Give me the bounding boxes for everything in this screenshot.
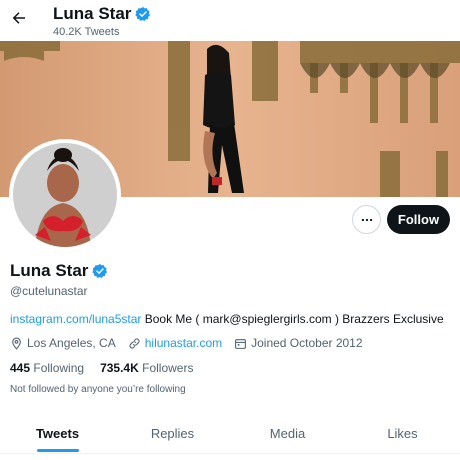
location-text: Los Angeles, CA [27,336,116,350]
follow-button[interactable]: Follow [387,205,450,234]
bio-link[interactable]: instagram.com/luna5star [10,312,141,326]
location-pin-icon [12,337,21,350]
profile-handle: @cutelunastar [10,284,88,298]
following-label: Following [33,361,85,375]
tab-label: Media [269,426,306,441]
header-title: Luna Star [53,4,151,24]
calendar-icon [235,338,247,349]
tweet-count: 40.2K Tweets [53,26,120,38]
profile-stats: 445 Following 735.4K Followers [10,361,209,375]
joined-text: Joined October 2012 [251,336,363,350]
location-item: Los Angeles, CA [10,336,116,350]
followers-count: 735.4K [100,361,139,375]
website-item[interactable]: hilunastar.com [128,336,222,350]
profile-name-text: Luna Star [10,261,89,280]
active-tab-indicator [36,449,79,452]
followers-stat[interactable]: 735.4K Followers [100,361,193,375]
more-horizontal-icon [361,218,372,221]
tabs-divider [0,453,460,454]
followed-by-note: Not followed by anyone you’re following [10,384,186,395]
tab-label: Tweets [35,426,80,441]
tab-replies[interactable]: Replies [115,413,230,454]
website-link[interactable]: hilunastar.com [145,336,222,350]
profile-tabs: Tweets Replies Media Likes [0,413,460,454]
tab-tweets[interactable]: Tweets [0,413,115,454]
more-options-button[interactable] [352,205,381,234]
profile-avatar[interactable] [9,139,121,251]
joined-item: Joined October 2012 [234,336,363,350]
following-count: 445 [10,361,31,375]
following-stat[interactable]: 445 Following [10,361,84,375]
tab-label: Replies [150,426,195,441]
bio-text: Book Me ( mark@spieglergirls.com ) Brazz… [141,312,444,326]
header-name: Luna Star [53,4,132,23]
avatar-image [13,143,117,247]
profile-bio: instagram.com/luna5star Book Me ( mark@s… [10,312,444,326]
back-button[interactable] [8,7,30,29]
tab-media[interactable]: Media [230,413,345,454]
arrow-left-icon [12,12,25,24]
link-icon [129,337,140,349]
tab-likes[interactable]: Likes [345,413,460,454]
verified-badge-icon [92,264,108,278]
top-bar: Luna Star 40.2K Tweets [0,0,460,41]
profile-meta: Los Angeles, CA hilunastar.com Joined Oc… [10,336,375,350]
profile-name: Luna Star [10,261,108,281]
followers-label: Followers [142,361,194,375]
tab-label: Likes [387,426,418,441]
verified-badge-icon [135,7,151,21]
